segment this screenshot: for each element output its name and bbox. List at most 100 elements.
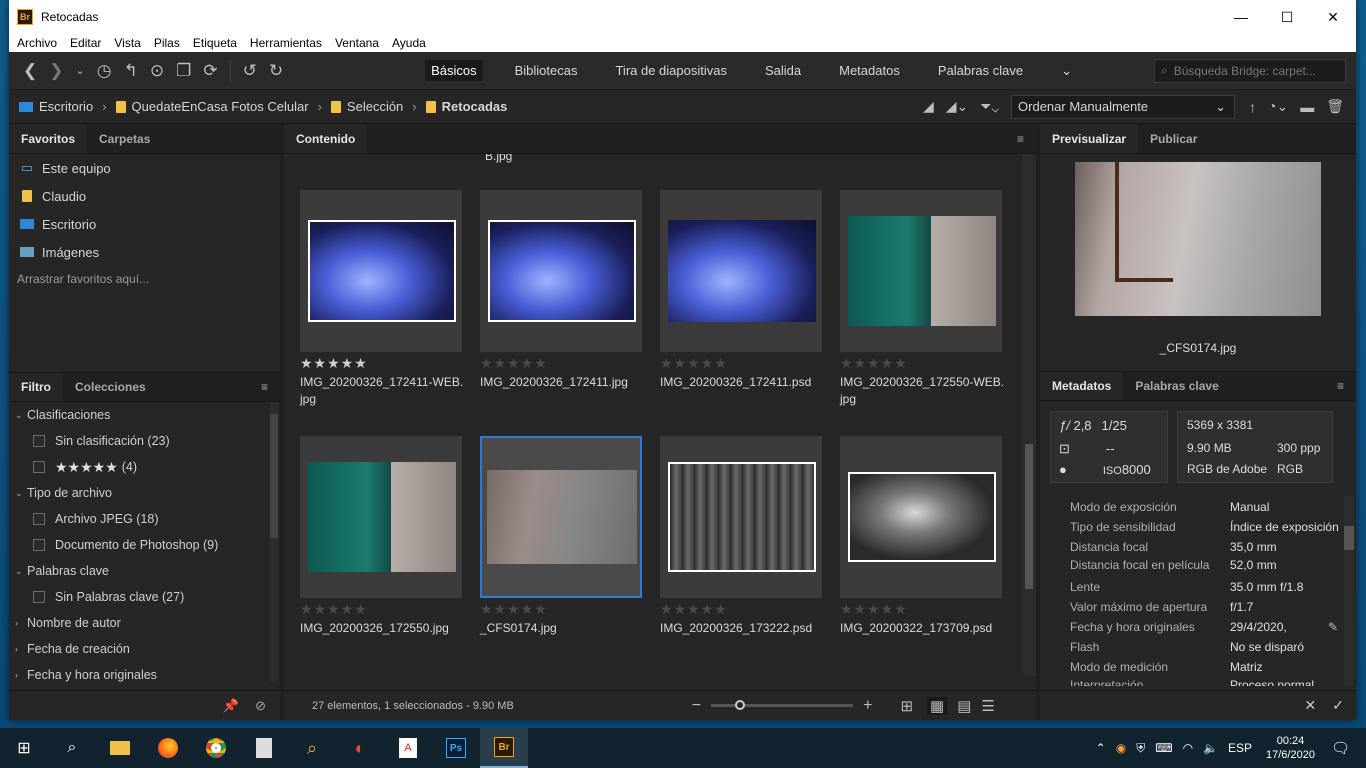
rating-stars[interactable]: ★★★★★	[840, 601, 908, 618]
rating-stars[interactable]: ★★★★★	[480, 601, 548, 618]
rating-stars[interactable]: ★★★★★	[660, 355, 728, 372]
tab-contenido[interactable]: Contenido	[284, 124, 368, 153]
menu-ayuda[interactable]: Ayuda	[392, 36, 426, 50]
chevron-down-icon[interactable]: ⌄	[76, 64, 85, 77]
filter-section-keywords[interactable]: ⌄ Palabras clave	[9, 558, 280, 584]
list-view-icon[interactable]: ☰	[981, 697, 994, 715]
wifi-icon[interactable]: ◠	[1183, 741, 1193, 755]
refine-icon[interactable]: ❐	[176, 61, 191, 81]
grid-lock-icon[interactable]: ⊞	[900, 697, 913, 715]
content-scrollbar[interactable]	[1022, 154, 1036, 676]
tab-filtro[interactable]: Filtro	[9, 373, 63, 401]
recent-icon[interactable]: ◷	[97, 61, 112, 81]
rating-stars[interactable]: ★★★★★	[480, 355, 548, 372]
security-icon[interactable]: ⛨	[1136, 741, 1145, 756]
delete-icon[interactable]: 🗑	[1326, 98, 1344, 115]
filter-section-type[interactable]: ⌄ Tipo de archivo	[9, 480, 280, 506]
workspace-tira[interactable]: Tira de diapositivas	[609, 60, 733, 81]
workspace-metadatos[interactable]: Metadatos	[833, 60, 906, 81]
search-field[interactable]: ⌕ Búsqueda Bridge: carpet...	[1154, 58, 1346, 83]
language-indicator[interactable]: ESP	[1228, 741, 1252, 755]
firefox-taskbar-button[interactable]	[144, 728, 192, 768]
filter-section-created[interactable]: › Fecha de creación	[9, 636, 280, 662]
chrome-taskbar-button[interactable]	[192, 728, 240, 768]
rating-stars[interactable]: ★★★★★	[300, 601, 368, 618]
boomerang-icon[interactable]: ↰	[124, 61, 138, 81]
tray-app-icon[interactable]: ◉	[1116, 741, 1126, 755]
breadcrumb-quedate[interactable]: QuedateEnCasa Fotos Celular ›	[115, 99, 331, 114]
zoom-slider-thumb[interactable]	[735, 700, 746, 710]
tab-palabras-clave[interactable]: Palabras clave	[1123, 372, 1230, 400]
checkbox[interactable]	[33, 461, 45, 473]
rating-stars[interactable]: ★★★★★	[840, 355, 908, 372]
filter-section-ratings[interactable]: ⌄ Clasificaciones	[9, 402, 280, 428]
menu-pilas[interactable]: Pilas	[154, 36, 180, 50]
thumbnail-quality-icon[interactable]: ◢⌄	[946, 98, 969, 115]
thumbnail-card[interactable]	[660, 190, 822, 352]
filter-scrollbar[interactable]	[270, 402, 278, 682]
preview-image[interactable]	[1075, 162, 1321, 316]
quality-icon[interactable]: ◢	[923, 98, 934, 115]
magnifier-taskbar-button[interactable]: ⌕	[288, 728, 336, 768]
breadcrumb-escritorio[interactable]: Escritorio ›	[19, 99, 116, 114]
workspace-bibliotecas[interactable]: Bibliotecas	[509, 60, 584, 81]
camera-import-icon[interactable]: ⊙	[150, 61, 164, 81]
checkbox[interactable]	[33, 435, 45, 447]
filter-psd[interactable]: Documento de Photoshop (9)	[9, 532, 280, 558]
edit-pencil-icon[interactable]: ✎	[1328, 620, 1338, 634]
workspace-salida[interactable]: Salida	[759, 60, 807, 81]
minimize-button[interactable]: —	[1218, 0, 1264, 34]
checkbox[interactable]	[33, 539, 45, 551]
filter-icon[interactable]: ⏷⌄	[980, 98, 999, 115]
panel-menu-icon[interactable]: ≡	[1337, 372, 1344, 400]
filter-five-stars[interactable]: ★★★★★ (4)	[9, 454, 280, 480]
start-button[interactable]: ⊞	[0, 728, 48, 768]
favorite-este-equipo[interactable]: ▭ Este equipo	[9, 154, 280, 182]
clock[interactable]: 00:24 17/6/2020	[1266, 734, 1315, 762]
panel-menu-icon[interactable]: ≡	[261, 373, 268, 401]
favorite-claudio[interactable]: Claudio	[9, 182, 280, 210]
tab-colecciones[interactable]: Colecciones	[63, 373, 158, 401]
pin-icon[interactable]: 📌	[223, 698, 239, 714]
menu-archivo[interactable]: Archivo	[17, 36, 57, 50]
thumbnail-card-selected[interactable]	[480, 436, 642, 598]
photoshop-taskbar-button[interactable]: Ps	[432, 728, 480, 768]
panel-menu-icon[interactable]: ≡	[1017, 124, 1024, 153]
workspace-more-icon[interactable]: ⌄	[1055, 60, 1078, 82]
favorite-escritorio[interactable]: Escritorio	[9, 210, 280, 238]
breadcrumb-retocadas[interactable]: Retocadas	[425, 99, 507, 114]
bridge-taskbar-button[interactable]: Br	[480, 728, 528, 768]
new-folder-icon[interactable]: ▬	[1300, 99, 1314, 115]
calculator-taskbar-button[interactable]	[240, 728, 288, 768]
thumbnail-card[interactable]	[660, 436, 822, 598]
zoom-slider[interactable]	[711, 700, 854, 710]
checkbox[interactable]	[33, 591, 45, 603]
zoom-in-icon[interactable]: +	[863, 697, 872, 715]
sort-ascending-icon[interactable]: ↑	[1249, 99, 1256, 115]
explorer-taskbar-button[interactable]	[96, 728, 144, 768]
close-button[interactable]: ✕	[1310, 0, 1356, 34]
tab-carpetas[interactable]: Carpetas	[87, 124, 162, 153]
workspace-palabras[interactable]: Palabras clave	[932, 60, 1029, 81]
rotate-left-icon[interactable]: ↺	[243, 61, 257, 81]
acrobat-taskbar-button[interactable]: A	[384, 728, 432, 768]
forward-icon[interactable]: ❯	[49, 61, 63, 81]
filter-section-author[interactable]: › Nombre de autor	[9, 610, 280, 636]
back-icon[interactable]: ❮	[23, 61, 37, 81]
tab-previsualizar[interactable]: Previsualizar	[1040, 124, 1139, 153]
search-taskbar-button[interactable]: ⌕	[48, 728, 96, 768]
tab-publicar[interactable]: Publicar	[1138, 124, 1209, 153]
ccleaner-taskbar-button[interactable]: ◐	[336, 728, 384, 768]
thumbnail-card[interactable]	[300, 190, 462, 352]
rating-stars[interactable]: ★★★★★	[300, 355, 368, 372]
thumbnail-card[interactable]	[840, 190, 1002, 352]
thumbnail-card[interactable]	[300, 436, 462, 598]
maximize-button[interactable]: ☐	[1264, 0, 1310, 34]
filter-no-keywords[interactable]: Sin Palabras clave (27)	[9, 584, 280, 610]
apply-icon[interactable]: ✓	[1332, 697, 1344, 714]
metadata-scrollbar[interactable]	[1344, 496, 1354, 686]
thumbnail-view-icon[interactable]: ▦	[927, 696, 948, 715]
tab-metadatos[interactable]: Metadatos	[1040, 372, 1124, 400]
rotate-right-icon[interactable]: ↻	[269, 61, 283, 81]
sort-select[interactable]: Ordenar Manualmente ⌄	[1011, 94, 1236, 119]
